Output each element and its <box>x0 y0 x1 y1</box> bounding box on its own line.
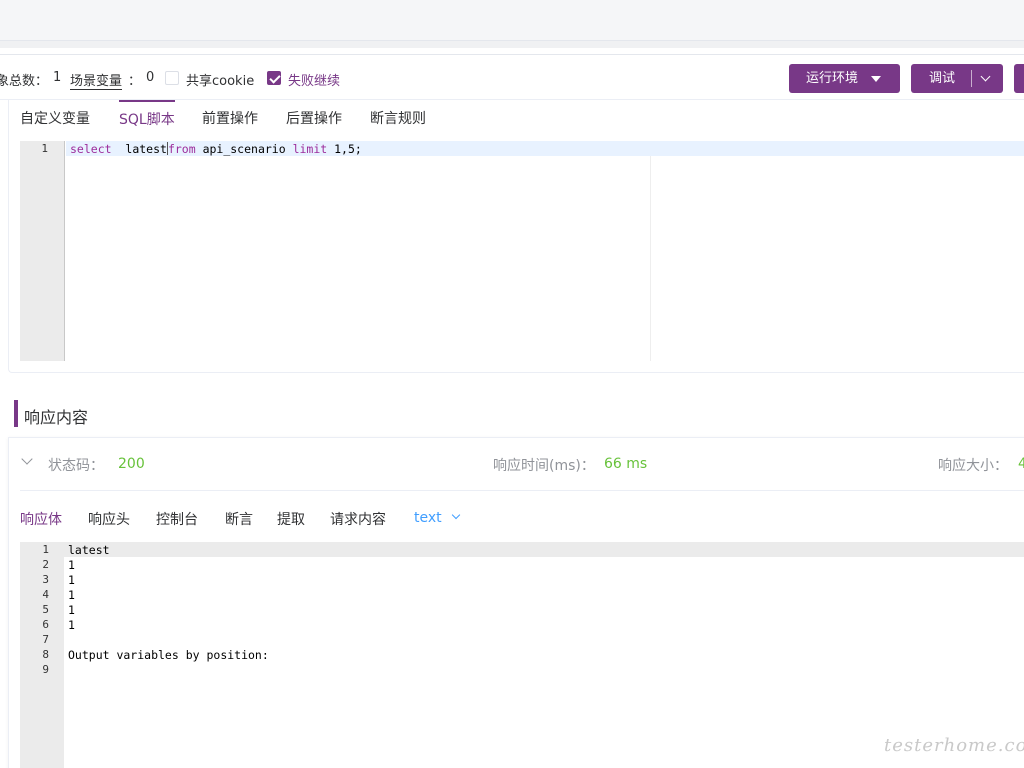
format-select-value: text <box>414 510 442 526</box>
response-time-label: 响应时间(ms)： <box>493 458 595 474</box>
response-time-value: 66 ms <box>604 456 648 472</box>
sql-literal: 1,5; <box>327 142 362 156</box>
output-line: 1 <box>68 573 75 587</box>
status-code-value: 200 <box>118 456 145 472</box>
sql-code[interactable]: select latestfrom api_scenario limit 1,5… <box>70 142 362 156</box>
output-line: 1 <box>68 558 75 572</box>
line-number: 2 <box>42 558 49 571</box>
output-line: latest <box>68 543 110 557</box>
tab-post-operation[interactable]: 后置操作 <box>286 100 342 140</box>
active-line-highlight <box>64 542 1024 557</box>
tab-custom-variables[interactable]: 自定义变量 <box>20 100 90 140</box>
scene-variable-count: 0 <box>146 70 155 85</box>
share-cookie-label[interactable]: 共享cookie <box>186 70 254 89</box>
run-environment-label: 运行环境 <box>806 71 859 86</box>
format-select[interactable]: text <box>414 510 461 526</box>
run-environment-button[interactable]: 运行环境 <box>789 64 900 93</box>
line-number: 8 <box>42 648 49 661</box>
total-count-value: 1 <box>53 70 62 85</box>
sql-editor[interactable]: 1 select latestfrom api_scenario limit 1… <box>20 141 1024 361</box>
editor-gutter: 1 <box>20 141 65 361</box>
more-button[interactable] <box>1014 64 1024 93</box>
total-count-label: 象总数： <box>0 74 49 89</box>
line-number: 9 <box>42 663 49 676</box>
chevron-down-icon[interactable] <box>980 71 991 82</box>
caret-down-icon <box>871 76 881 82</box>
tab-request-content[interactable]: 请求内容 <box>330 500 386 540</box>
tab-assertions[interactable]: 断言 <box>225 500 253 540</box>
tab-pre-operation[interactable]: 前置操作 <box>202 100 258 140</box>
scene-variable-colon: ： <box>128 74 142 89</box>
scene-variable-link[interactable]: 场景变量 <box>70 70 123 90</box>
status-code-label: 状态码： <box>48 458 104 474</box>
print-margin <box>650 156 651 361</box>
sql-identifier: api_scenario <box>195 142 293 156</box>
sql-identifier: latest <box>111 142 167 156</box>
button-separator <box>971 70 972 87</box>
header-shadow <box>0 41 1024 48</box>
sql-keyword: limit <box>292 142 328 156</box>
tab-extract[interactable]: 提取 <box>277 500 305 540</box>
line-number: 5 <box>42 603 49 616</box>
response-section-title: 响应内容 <box>24 408 89 427</box>
fail-continue-checkbox[interactable] <box>267 71 281 85</box>
sql-keyword: select <box>70 142 112 156</box>
tab-response-body[interactable]: 响应体 <box>20 500 62 540</box>
tab-response-headers[interactable]: 响应头 <box>88 500 130 540</box>
tab-sql-script[interactable]: SQL脚本 <box>119 100 175 140</box>
debug-button[interactable]: 调试 <box>911 64 1003 93</box>
response-body-editor[interactable]: 1 2 3 4 5 6 7 8 9 latest 1 1 1 1 1 Outpu… <box>20 542 1024 768</box>
line-number: 1 <box>41 142 48 155</box>
fail-continue-label[interactable]: 失败继续 <box>288 70 340 89</box>
line-number: 4 <box>42 588 49 601</box>
share-cookie-checkbox[interactable] <box>165 71 179 85</box>
response-divider <box>20 490 1024 491</box>
tab-assertion-rules[interactable]: 断言规则 <box>370 100 426 140</box>
top-header-bar <box>0 0 1024 41</box>
sql-keyword: from <box>167 142 196 156</box>
debug-button-label: 调试 <box>929 71 956 86</box>
output-line: 1 <box>68 603 75 617</box>
line-number: 7 <box>42 633 49 646</box>
section-accent-bar <box>14 400 18 427</box>
response-size-label: 响应大小： <box>938 458 1008 474</box>
output-line: 1 <box>68 588 75 602</box>
response-size-value: 4 <box>1018 456 1024 472</box>
line-number: 3 <box>42 573 49 586</box>
output-line: Output variables by position: <box>68 648 269 662</box>
tab-console[interactable]: 控制台 <box>156 500 198 540</box>
line-number: 6 <box>42 618 49 631</box>
output-gutter: 1 2 3 4 5 6 7 8 9 <box>20 542 64 768</box>
line-number: 1 <box>42 543 49 556</box>
scenario-toolbar: 象总数： 1 场景变量 ： 0 共享cookie 失败继续 运行环境 调试 <box>0 54 1024 100</box>
watermark: testerhome.com <box>884 735 1024 756</box>
output-line: 1 <box>68 618 75 632</box>
